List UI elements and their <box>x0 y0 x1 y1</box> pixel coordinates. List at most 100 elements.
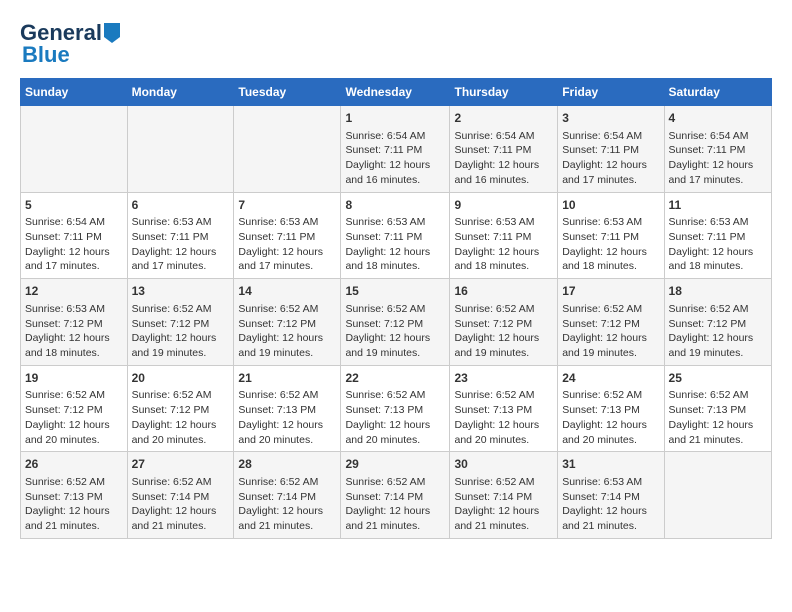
header-wednesday: Wednesday <box>341 79 450 106</box>
day-info: Sunrise: 6:52 AM Sunset: 7:13 PM Dayligh… <box>345 388 445 447</box>
header-sunday: Sunday <box>21 79 128 106</box>
day-number: 31 <box>562 456 659 473</box>
calendar-cell <box>21 106 128 193</box>
day-info: Sunrise: 6:52 AM Sunset: 7:14 PM Dayligh… <box>132 475 230 534</box>
header-thursday: Thursday <box>450 79 558 106</box>
day-number: 25 <box>669 370 767 387</box>
logo-icon <box>104 23 120 43</box>
calendar-cell: 7Sunrise: 6:53 AM Sunset: 7:11 PM Daylig… <box>234 192 341 279</box>
calendar-cell: 17 Sunrise: 6:52 AM Sunset: 7:12 PM Dayli… <box>558 279 664 366</box>
day-number: 1 <box>345 110 445 127</box>
day-info: Sunrise: 6:52 AM Sunset: 7:13 PM Dayligh… <box>562 388 659 447</box>
day-number: 10 <box>562 197 659 214</box>
day-number: 7 <box>238 197 336 214</box>
calendar-cell: 18Sunrise: 6:52 AM Sunset: 7:12 PM Dayli… <box>664 279 771 366</box>
day-number: 15 <box>345 283 445 300</box>
day-info: Sunrise: 6:52 AM Sunset: 7:14 PM Dayligh… <box>345 475 445 534</box>
day-info: Sunrise: 6:52 AM Sunset: 7:13 PM Dayligh… <box>454 388 553 447</box>
week-row-4: 26Sunrise: 6:52 AM Sunset: 7:13 PM Dayli… <box>21 452 772 539</box>
day-number: 16 <box>454 283 553 300</box>
day-info: Sunrise: 6:52 AM Sunset: 7:12 PM Dayligh… <box>132 302 230 361</box>
calendar-cell: 28 Sunrise: 6:52 AM Sunset: 7:14 PM Dayli… <box>234 452 341 539</box>
calendar-cell: 24Sunrise: 6:52 AM Sunset: 7:13 PM Dayli… <box>558 365 664 452</box>
day-info: Sunrise: 6:53 AM Sunset: 7:11 PM Dayligh… <box>454 215 553 274</box>
day-number: 19 <box>25 370 123 387</box>
day-info: Sunrise: 6:52 AM Sunset: 7:12 PM Dayligh… <box>25 388 123 447</box>
day-number: 22 <box>345 370 445 387</box>
day-number: 24 <box>562 370 659 387</box>
day-info: Sunrise: 6:54 AM Sunset: 7:11 PM Dayligh… <box>345 129 445 188</box>
day-info: Sunrise: 6:52 AM Sunset: 7:14 PM Dayligh… <box>238 475 336 534</box>
calendar-cell: 27Sunrise: 6:52 AM Sunset: 7:14 PM Dayli… <box>127 452 234 539</box>
day-info: Sunrise: 6:52 AM Sunset: 7:13 PM Dayligh… <box>669 388 767 447</box>
day-number: 4 <box>669 110 767 127</box>
calendar-cell: 31Sunrise: 6:53 AM Sunset: 7:14 PM Dayli… <box>558 452 664 539</box>
day-info: Sunrise: 6:52 AM Sunset: 7:13 PM Dayligh… <box>25 475 123 534</box>
calendar-cell: 4 Sunrise: 6:54 AM Sunset: 7:11 PM Daylig… <box>664 106 771 193</box>
calendar-cell: 2Sunrise: 6:54 AM Sunset: 7:11 PM Daylig… <box>450 106 558 193</box>
day-number: 17 <box>562 283 659 300</box>
day-info: Sunrise: 6:53 AM Sunset: 7:11 PM Dayligh… <box>562 215 659 274</box>
header-friday: Friday <box>558 79 664 106</box>
day-info: Sunrise: 6:54 AM Sunset: 7:11 PM Dayligh… <box>669 129 767 188</box>
day-info: Sunrise: 6:52 AM Sunset: 7:12 PM Dayligh… <box>238 302 336 361</box>
day-info: Sunrise: 6:52 AM Sunset: 7:12 PM Dayligh… <box>454 302 553 361</box>
calendar-cell <box>234 106 341 193</box>
header-monday: Monday <box>127 79 234 106</box>
calendar-cell: 14 Sunrise: 6:52 AM Sunset: 7:12 PM Dayli… <box>234 279 341 366</box>
day-number: 29 <box>345 456 445 473</box>
day-info: Sunrise: 6:54 AM Sunset: 7:11 PM Dayligh… <box>454 129 553 188</box>
day-info: Sunrise: 6:52 AM Sunset: 7:12 PM Dayligh… <box>132 388 230 447</box>
calendar-cell: 8Sunrise: 6:53 AM Sunset: 7:11 PM Daylig… <box>341 192 450 279</box>
calendar-cell: 23Sunrise: 6:52 AM Sunset: 7:13 PM Dayli… <box>450 365 558 452</box>
day-info: Sunrise: 6:53 AM Sunset: 7:11 PM Dayligh… <box>669 215 767 274</box>
day-number: 14 <box>238 283 336 300</box>
calendar-cell: 22Sunrise: 6:52 AM Sunset: 7:13 PM Dayli… <box>341 365 450 452</box>
calendar-cell <box>127 106 234 193</box>
calendar-cell: 5Sunrise: 6:54 AM Sunset: 7:11 PM Daylig… <box>21 192 128 279</box>
calendar-cell: 10Sunrise: 6:53 AM Sunset: 7:11 PM Dayli… <box>558 192 664 279</box>
day-number: 21 <box>238 370 336 387</box>
logo-blue-text: Blue <box>22 42 70 68</box>
week-row-2: 12 Sunrise: 6:53 AM Sunset: 7:12 PM Dayli… <box>21 279 772 366</box>
calendar-cell <box>664 452 771 539</box>
day-number: 18 <box>669 283 767 300</box>
header: General Blue <box>20 20 772 68</box>
calendar-cell: 12 Sunrise: 6:53 AM Sunset: 7:12 PM Dayli… <box>21 279 128 366</box>
day-info: Sunrise: 6:53 AM Sunset: 7:11 PM Dayligh… <box>132 215 230 274</box>
calendar-table: SundayMondayTuesdayWednesdayThursdayFrid… <box>20 78 772 539</box>
header-tuesday: Tuesday <box>234 79 341 106</box>
day-info: Sunrise: 6:52 AM Sunset: 7:12 PM Dayligh… <box>562 302 659 361</box>
day-number: 20 <box>132 370 230 387</box>
day-number: 11 <box>669 197 767 214</box>
calendar-cell: 21Sunrise: 6:52 AM Sunset: 7:13 PM Dayli… <box>234 365 341 452</box>
calendar-cell: 13 Sunrise: 6:52 AM Sunset: 7:12 PM Dayli… <box>127 279 234 366</box>
week-row-0: 1 Sunrise: 6:54 AM Sunset: 7:11 PM Daylig… <box>21 106 772 193</box>
day-number: 5 <box>25 197 123 214</box>
day-number: 8 <box>345 197 445 214</box>
day-number: 30 <box>454 456 553 473</box>
day-info: Sunrise: 6:53 AM Sunset: 7:12 PM Dayligh… <box>25 302 123 361</box>
week-row-3: 19Sunrise: 6:52 AM Sunset: 7:12 PM Dayli… <box>21 365 772 452</box>
calendar-cell: 29 Sunrise: 6:52 AM Sunset: 7:14 PM Dayli… <box>341 452 450 539</box>
day-info: Sunrise: 6:52 AM Sunset: 7:14 PM Dayligh… <box>454 475 553 534</box>
calendar-cell: 6Sunrise: 6:53 AM Sunset: 7:11 PM Daylig… <box>127 192 234 279</box>
day-number: 6 <box>132 197 230 214</box>
calendar-cell: 11Sunrise: 6:53 AM Sunset: 7:11 PM Dayli… <box>664 192 771 279</box>
day-info: Sunrise: 6:53 AM Sunset: 7:11 PM Dayligh… <box>345 215 445 274</box>
calendar-cell: 15 Sunrise: 6:52 AM Sunset: 7:12 PM Dayli… <box>341 279 450 366</box>
day-number: 9 <box>454 197 553 214</box>
calendar-cell: 9Sunrise: 6:53 AM Sunset: 7:11 PM Daylig… <box>450 192 558 279</box>
day-number: 3 <box>562 110 659 127</box>
day-info: Sunrise: 6:52 AM Sunset: 7:12 PM Dayligh… <box>345 302 445 361</box>
day-number: 12 <box>25 283 123 300</box>
calendar-cell: 30 Sunrise: 6:52 AM Sunset: 7:14 PM Dayli… <box>450 452 558 539</box>
calendar-cell: 19Sunrise: 6:52 AM Sunset: 7:12 PM Dayli… <box>21 365 128 452</box>
day-number: 28 <box>238 456 336 473</box>
header-saturday: Saturday <box>664 79 771 106</box>
day-info: Sunrise: 6:54 AM Sunset: 7:11 PM Dayligh… <box>25 215 123 274</box>
logo: General Blue <box>20 20 120 68</box>
calendar-cell: 1 Sunrise: 6:54 AM Sunset: 7:11 PM Daylig… <box>341 106 450 193</box>
calendar-header-row: SundayMondayTuesdayWednesdayThursdayFrid… <box>21 79 772 106</box>
day-number: 13 <box>132 283 230 300</box>
